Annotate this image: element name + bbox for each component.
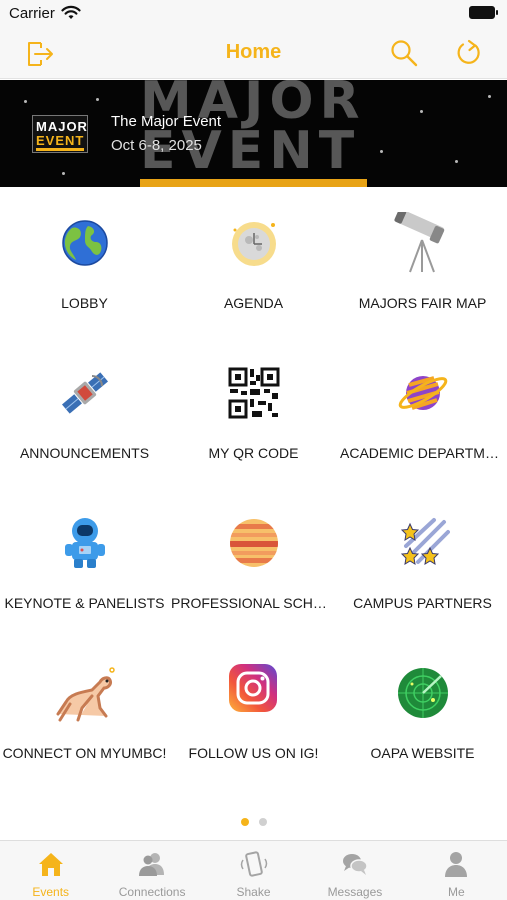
- tile-keynote-panelists[interactable]: KEYNOTE & PANELISTS: [0, 488, 169, 638]
- search-button[interactable]: [387, 36, 421, 70]
- event-date: Oct 6-8, 2025: [111, 137, 202, 154]
- person-icon: [445, 852, 468, 877]
- radar-icon: [398, 668, 448, 718]
- banner-accent-bar: [140, 179, 367, 187]
- tile-label: KEYNOTE & PANELISTS: [4, 595, 165, 611]
- event-banner[interactable]: MAJOR EVENT MAJOR EVENT The Major Event …: [0, 80, 507, 187]
- shake-phone-icon: [240, 851, 267, 877]
- carrier-label: Carrier: [9, 5, 55, 22]
- page-indicator[interactable]: [0, 818, 507, 828]
- event-logo: MAJOR EVENT: [32, 115, 88, 153]
- satellite-icon: [61, 372, 109, 414]
- tile-my-qr-code[interactable]: MY QR CODE: [169, 338, 338, 488]
- tab-shake[interactable]: Shake: [203, 841, 304, 900]
- refresh-button[interactable]: [452, 36, 486, 70]
- tile-professional-schools[interactable]: PROFESSIONAL SCHOO...: [169, 488, 338, 638]
- tab-label: Events: [32, 885, 70, 899]
- qr-code-icon: [228, 367, 280, 419]
- tile-label: PROFESSIONAL SCHOO...: [171, 595, 336, 611]
- tile-majors-fair-map[interactable]: MAJORS FAIR MAP: [338, 188, 507, 338]
- status-bar: Carrier: [0, 0, 507, 28]
- dog-icon: [56, 667, 115, 722]
- tile-label: AGENDA: [223, 295, 284, 311]
- tile-lobby[interactable]: LOBBY: [0, 188, 169, 338]
- tile-oapa-website[interactable]: OAPA WEBSITE: [338, 638, 507, 788]
- telescope-icon: [394, 212, 445, 273]
- tile-campus-partners[interactable]: CAMPUS PARTNERS: [338, 488, 507, 638]
- tile-label: MY QR CODE: [208, 445, 299, 461]
- ringed-planet-icon: [398, 376, 448, 410]
- tab-messages[interactable]: Messages: [304, 841, 405, 900]
- tab-bar: Events Connections Shake Messages Me: [0, 840, 507, 900]
- tile-label: LOBBY: [61, 295, 108, 311]
- event-name: The Major Event: [111, 113, 222, 130]
- tile-label: ANNOUNCEMENTS: [19, 445, 150, 461]
- tab-events[interactable]: Events: [0, 841, 101, 900]
- tile-connect-myumbc[interactable]: CONNECT ON MYUMBC!: [0, 638, 169, 788]
- people-icon: [139, 853, 165, 876]
- page-title: Home: [225, 41, 282, 63]
- tile-follow-ig[interactable]: FOLLOW US ON IG!: [169, 638, 338, 788]
- tile-label: OAPA WEBSITE: [370, 745, 475, 761]
- page-dot-2[interactable]: [258, 818, 267, 826]
- astronaut-icon: [65, 518, 105, 568]
- tab-connections[interactable]: Connections: [101, 841, 202, 900]
- tab-label: Connections: [118, 885, 186, 899]
- refresh-icon: [457, 39, 480, 64]
- nav-bar: Home: [0, 28, 507, 79]
- moon-clock-icon: [232, 222, 276, 266]
- tab-label: Me: [447, 885, 465, 899]
- tab-me[interactable]: Me: [406, 841, 507, 900]
- tile-label: MAJORS FAIR MAP: [358, 295, 487, 311]
- tile-agenda[interactable]: AGENDA: [169, 188, 338, 338]
- search-icon: [391, 40, 418, 67]
- battery-icon: [469, 6, 498, 19]
- shooting-stars-icon: [400, 518, 450, 565]
- tab-label: Messages: [327, 885, 383, 899]
- feature-grid: LOBBY AGENDA MAJORS FAIR MAP ANNOUNCEMEN…: [0, 188, 507, 808]
- tile-label: FOLLOW US ON IG!: [188, 745, 319, 761]
- chat-bubbles-icon: [342, 854, 368, 875]
- tile-label: CONNECT ON MYUMBC!: [2, 745, 167, 761]
- house-icon: [38, 853, 63, 876]
- globe-icon: [62, 220, 108, 266]
- tile-label: CAMPUS PARTNERS: [353, 595, 492, 611]
- tile-announcements[interactable]: ANNOUNCEMENTS: [0, 338, 169, 488]
- tile-label: ACADEMIC DEPARTME...: [340, 445, 505, 461]
- striped-planet-icon: [230, 519, 278, 567]
- tab-label: Shake: [236, 885, 271, 899]
- wifi-icon: [61, 5, 81, 19]
- tile-academic-departments[interactable]: ACADEMIC DEPARTME...: [338, 338, 507, 488]
- page-dot-1[interactable]: [240, 818, 249, 826]
- instagram-icon: [229, 664, 277, 712]
